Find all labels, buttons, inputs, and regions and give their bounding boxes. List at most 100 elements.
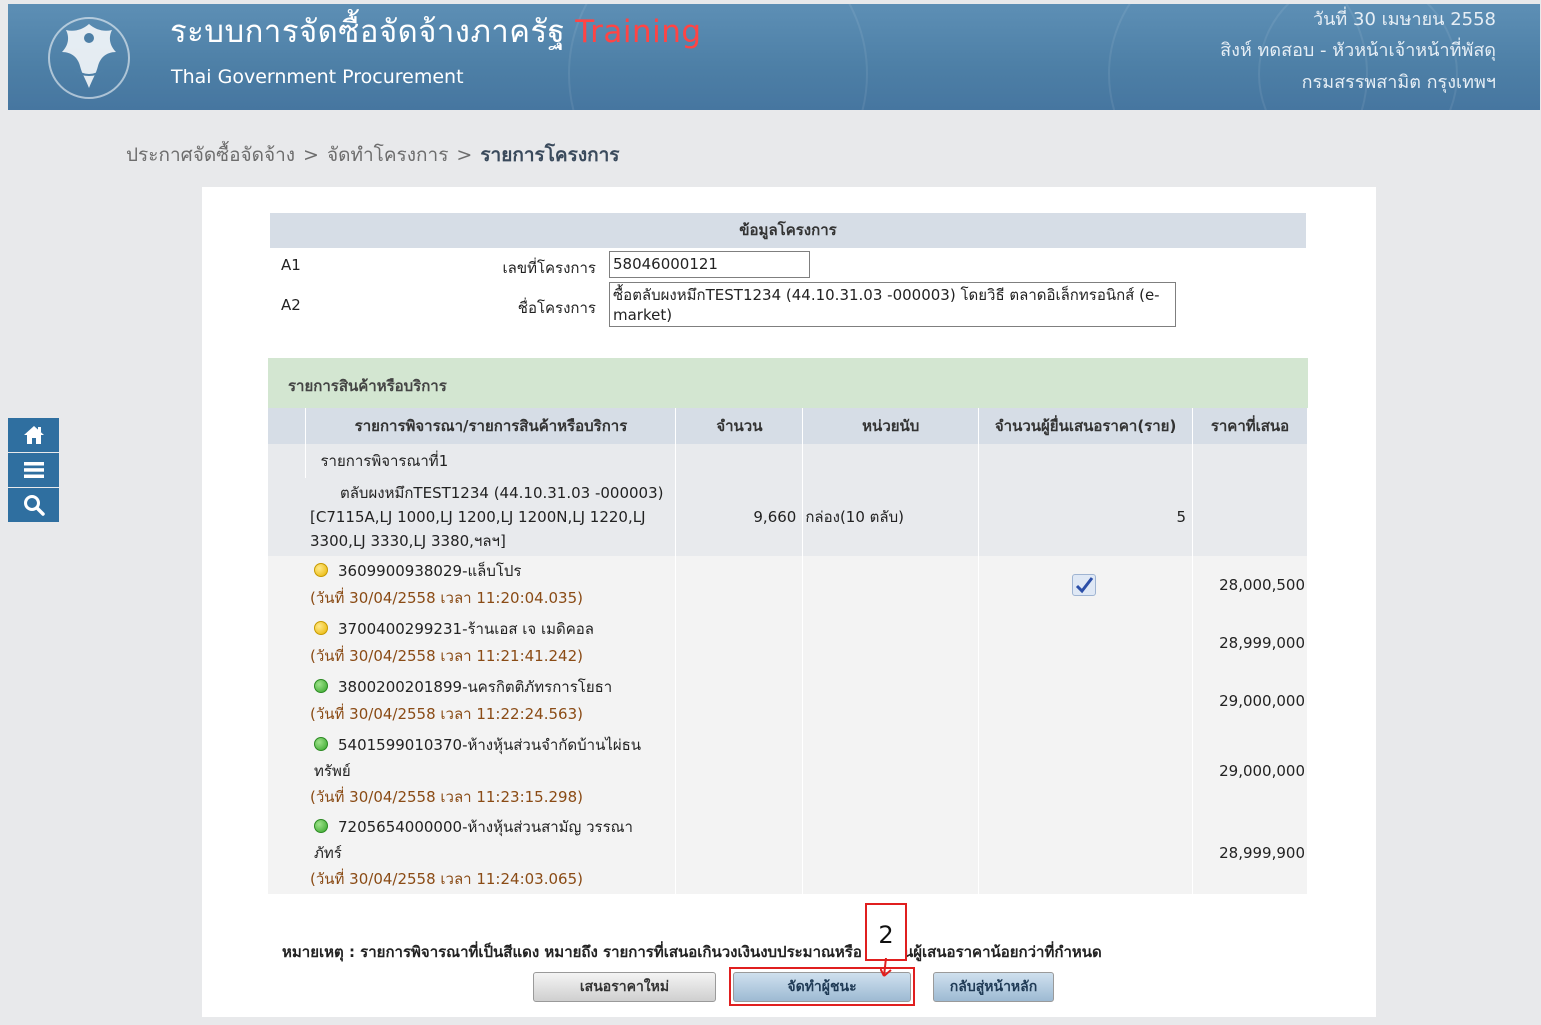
current-date: วันที่ 30 เมษายน 2558 [1313, 9, 1496, 30]
home-icon[interactable] [8, 418, 59, 452]
column-header-unit: หน่วยนับ [802, 408, 980, 444]
vendor-name: 3700400299231-ร้านเอส เจ เมดิคอล [338, 620, 594, 638]
items-section-title: รายการสินค้าหรือบริการ [268, 358, 1308, 408]
status-green-icon [314, 737, 328, 751]
training-label: Training [575, 14, 702, 50]
bid-cell [675, 812, 804, 894]
project-number-field[interactable]: 58046000121 [609, 251, 810, 278]
column-header-item: รายการพิจารณา/รายการสินค้าหรือบริการ [305, 408, 677, 444]
group-cell [802, 444, 980, 478]
vendor-name: 3609900938029-แล็บโปร [338, 562, 522, 580]
bid-price: 28,000,500 [1192, 556, 1308, 614]
bid-price: 28,999,900 [1192, 812, 1308, 894]
bid-timestamp: (วันที่ 30/04/2558 เวลา 11:22:24.563) [310, 705, 583, 723]
bid-vendor[interactable]: 3800200201899-นครกิตติภัทรการโยธา [310, 674, 675, 701]
bid-cell [675, 556, 804, 614]
breadcrumb: ประกาศจัดซื้อจัดจ้าง > จัดทำโครงการ > รายการ… [126, 140, 620, 170]
group-label: รายการพิจารณาที่1 [305, 444, 677, 478]
project-name-label: ชื่อโครงการ [517, 299, 596, 317]
group-cell [675, 444, 804, 478]
group-row-spacer [268, 444, 307, 478]
bid-vendor[interactable]: 3700400299231-ร้านเอส เจ เมดิคอล [310, 616, 675, 643]
bid-timestamp: (วันที่ 30/04/2558 เวลา 11:24:03.065) [310, 870, 583, 888]
item-description-text: ตลับผงหมึกTEST1234 (44.10.31.03 -000003)… [310, 484, 664, 550]
breadcrumb-separator: > [303, 144, 319, 166]
item-description: ตลับผงหมึกTEST1234 (44.10.31.03 -000003)… [268, 478, 677, 556]
bid-price: 29,000,000 [1192, 672, 1308, 730]
bid-row: 3700400299231-ร้านเอส เจ เมดิคอล (วันที่… [268, 614, 1308, 672]
bid-cell [978, 812, 1193, 894]
bid-cell [802, 730, 980, 812]
status-yellow-icon [314, 621, 328, 635]
bid-cell [802, 812, 980, 894]
project-name-row: A2 ชื่อโครงการ ซื้อตลับผงหมึกTEST1234 (4… [270, 282, 1306, 330]
checkmark-icon[interactable] [1072, 574, 1096, 596]
bid-row: 5401599010370-ห้างหุ้นส่วนจำกัดบ้านไผ่ธน… [268, 730, 1308, 812]
item-price-empty [1192, 478, 1308, 556]
menu-icon[interactable] [8, 453, 59, 487]
main-panel: ข้อมูลโครงการ A1 เลขที่โครงการ 580460001… [202, 187, 1376, 1017]
status-yellow-icon [314, 563, 328, 577]
group-row: รายการพิจารณาที่1 [268, 444, 1308, 478]
vendor-name: 3800200201899-นครกิตติภัทรการโยธา [338, 678, 613, 696]
bid-timestamp: (วันที่ 30/04/2558 เวลา 11:23:15.298) [310, 788, 583, 806]
row-code: A1 [281, 256, 301, 274]
callout-number: 2 [865, 903, 907, 961]
bid-row: 7205654000000-ห้างหุ้นส่วนสามัญ วรรณาภัท… [268, 812, 1308, 894]
garuda-logo [48, 17, 130, 99]
group-cell [1192, 444, 1308, 478]
item-unit: กล่อง(10 ตลับ) [802, 478, 980, 556]
items-section: รายการสินค้าหรือบริการ รายการพิจารณา/ราย… [268, 358, 1308, 894]
row-code: A2 [281, 296, 301, 314]
column-header-quantity: จำนวน [675, 408, 804, 444]
search-icon[interactable] [8, 488, 59, 522]
callout-arrow [880, 958, 892, 977]
breadcrumb-item-project-list: รายการโครงการ [480, 144, 620, 166]
bid-timestamp: (วันที่ 30/04/2558 เวลา 11:21:41.242) [310, 647, 583, 665]
app-title: ระบบการจัดซื้อจัดจ้างภาครัฐ Training [170, 6, 702, 56]
bid-cell [802, 556, 980, 614]
item-row: ตลับผงหมึกTEST1234 (44.10.31.03 -000003)… [268, 478, 1308, 556]
breadcrumb-separator: > [456, 144, 473, 166]
bid-cell [675, 730, 804, 812]
breadcrumb-item-announcement[interactable]: ประกาศจัดซื้อจัดจ้าง [126, 144, 295, 166]
bid-vendor[interactable]: 3609900938029-แล็บโปร [310, 558, 675, 585]
bid-vendor-cell: 5401599010370-ห้างหุ้นส่วนจำกัดบ้านไผ่ธน… [268, 730, 677, 812]
bid-cell [978, 672, 1193, 730]
group-cell [978, 444, 1193, 478]
bid-vendor-cell: 3609900938029-แล็บโปร (วันที่ 30/04/2558… [268, 556, 677, 614]
side-nav [8, 418, 59, 523]
column-header-price: ราคาที่เสนอ [1192, 408, 1308, 444]
project-number-row: A1 เลขที่โครงการ 58046000121 [270, 248, 1306, 282]
bid-cell [802, 614, 980, 672]
user-info: สิงห์ ทดสอบ - หัวหน้าเจ้าหน้าที่พัสดุ [1220, 40, 1496, 61]
project-name-field[interactable]: ซื้อตลับผงหมึกTEST1234 (44.10.31.03 -000… [609, 282, 1176, 327]
bid-vendor-cell: 7205654000000-ห้างหุ้นส่วนสามัญ วรรณาภัท… [268, 812, 677, 894]
back-home-button[interactable]: กลับสู่หน้าหลัก [933, 972, 1054, 1002]
app-subtitle: Thai Government Procurement [171, 66, 464, 88]
bid-price: 28,999,000 [1192, 614, 1308, 672]
bid-selected-cell [978, 556, 1193, 614]
bid-timestamp: (วันที่ 30/04/2558 เวลา 11:20:04.035) [310, 589, 583, 607]
column-header-bidder-count: จำนวนผู้ยื่นเสนอราคา(ราย) [978, 408, 1193, 444]
bid-vendor-cell: 3700400299231-ร้านเอส เจ เมดิคอล (วันที่… [268, 614, 677, 672]
items-table: รายการพิจารณา/รายการสินค้าหรือบริการ จำน… [268, 408, 1308, 894]
item-quantity: 9,660 [675, 478, 804, 556]
vendor-name: 5401599010370-ห้างหุ้นส่วนจำกัดบ้านไผ่ธน… [314, 736, 642, 780]
project-info-section: ข้อมูลโครงการ A1 เลขที่โครงการ 580460001… [270, 213, 1306, 330]
item-bidder-count: 5 [978, 478, 1193, 556]
bid-row: 3609900938029-แล็บโปร (วันที่ 30/04/2558… [268, 556, 1308, 614]
bid-cell [675, 614, 804, 672]
new-bid-button[interactable]: เสนอราคาใหม่ [533, 972, 716, 1002]
bid-cell [675, 672, 804, 730]
remark-note: หมายเหตุ : รายการพิจารณาที่เป็นสีแดง หมา… [282, 943, 1102, 961]
bid-price: 29,000,000 [1192, 730, 1308, 812]
bid-cell [978, 730, 1193, 812]
bid-vendor[interactable]: 5401599010370-ห้างหุ้นส่วนจำกัดบ้านไผ่ธน… [310, 732, 650, 784]
app-header: ระบบการจัดซื้อจัดจ้างภาครัฐ Training Thai… [8, 4, 1540, 110]
bid-vendor[interactable]: 7205654000000-ห้างหุ้นส่วนสามัญ วรรณาภัท… [310, 814, 650, 866]
table-header-row: รายการพิจารณา/รายการสินค้าหรือบริการ จำน… [268, 408, 1308, 444]
project-number-label: เลขที่โครงการ [502, 259, 597, 277]
project-info-title: ข้อมูลโครงการ [270, 213, 1306, 248]
breadcrumb-item-create-project[interactable]: จัดทำโครงการ [327, 144, 448, 166]
